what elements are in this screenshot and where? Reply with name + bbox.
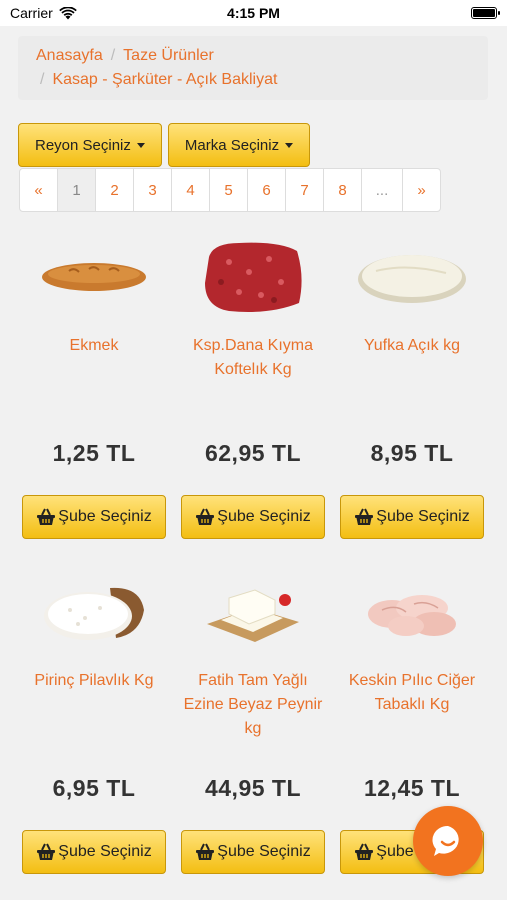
product-price: 12,45 TL: [363, 775, 461, 801]
caret-down-icon: [285, 142, 294, 148]
page-7[interactable]: 7: [285, 168, 324, 212]
product-price: 44,95 TL: [204, 775, 302, 801]
select-branch-button[interactable]: Şube Seçiniz: [340, 495, 484, 539]
product-name[interactable]: Keskin Pılıc Ciğer Tabaklı Kg: [340, 669, 485, 741]
page-8[interactable]: 8: [323, 168, 362, 212]
select-branch-label: Şube Seçiniz: [376, 508, 470, 525]
product-card[interactable]: Ksp.Dana Kıyma Koftelık Kg 62,95 TL Şube…: [177, 228, 329, 543]
select-branch-button[interactable]: Şube Seçiniz: [22, 495, 166, 539]
page-ellipsis: ...: [361, 168, 403, 212]
breadcrumb-home[interactable]: Anasayfa: [36, 44, 103, 68]
breadcrumb-line-1: Anasayfa / Taze Ürünler: [36, 44, 470, 68]
yufka-image[interactable]: [347, 232, 477, 322]
reyon-dropdown-label: Reyon Seçiniz: [35, 136, 131, 154]
page-2[interactable]: 2: [95, 168, 134, 212]
select-branch-label: Şube Seçiniz: [58, 843, 152, 860]
select-branch-button[interactable]: Şube Seçiniz: [181, 495, 325, 539]
filter-row: Reyon Seçiniz Marka Seçiniz: [18, 123, 311, 167]
breadcrumb-taze-urunler[interactable]: Taze Ürünler: [123, 44, 214, 68]
battery-fill: [473, 9, 495, 17]
carrier-label: Carrier: [10, 5, 53, 21]
chat-bubble-icon: [432, 825, 459, 856]
battery-icon: [471, 7, 500, 19]
breadcrumb-line-2: / Kasap - Şarküter - Açık Bakliyat: [36, 68, 470, 92]
bread-image[interactable]: [29, 232, 159, 322]
product-name[interactable]: Yufka Açık kg: [340, 334, 485, 406]
cheese-image[interactable]: [188, 567, 318, 657]
select-branch-label: Şube Seçiniz: [217, 508, 311, 525]
product-card[interactable]: Fatih Tam Yağlı Ezine Beyaz Peynir kg 44…: [177, 563, 329, 878]
basket-icon: [37, 843, 56, 860]
product-price: 1,25 TL: [52, 440, 136, 466]
status-bar: Carrier 4:15 PM: [0, 0, 507, 26]
product-card[interactable]: Yufka Açık kg 8,95 TL Şube Seçiniz: [336, 228, 488, 543]
product-card[interactable]: Ekmek 1,25 TL Şube Seçiniz: [18, 228, 170, 543]
reyon-dropdown[interactable]: Reyon Seçiniz: [18, 123, 162, 167]
product-card[interactable]: Pirinç Pilavlık Kg 6,95 TL Şube Seçiniz: [18, 563, 170, 878]
product-name[interactable]: Pirinç Pilavlık Kg: [22, 669, 167, 741]
select-branch-label: Şube Seçiniz: [217, 843, 311, 860]
select-branch-button[interactable]: Şube Seçiniz: [181, 830, 325, 874]
breadcrumb-current-category[interactable]: Kasap - Şarküter - Açık Bakliyat: [52, 68, 277, 92]
page-4[interactable]: 4: [171, 168, 210, 212]
marka-dropdown-label: Marka Seçiniz: [184, 136, 280, 154]
page-3[interactable]: 3: [133, 168, 172, 212]
product-name[interactable]: Ksp.Dana Kıyma Koftelık Kg: [181, 334, 326, 406]
product-name[interactable]: Ekmek: [22, 334, 167, 406]
product-name[interactable]: Fatih Tam Yağlı Ezine Beyaz Peynir kg: [181, 669, 326, 741]
breadcrumb-separator: /: [110, 47, 116, 64]
product-price: 6,95 TL: [52, 775, 136, 801]
basket-icon: [196, 508, 215, 525]
product-grid: Ekmek 1,25 TL Şube Seçiniz Ksp.Dana Kıym…: [18, 228, 488, 878]
chicken-image[interactable]: [347, 567, 477, 657]
minced-meat-image[interactable]: [188, 232, 318, 322]
basket-icon: [196, 843, 215, 860]
chat-button[interactable]: [413, 806, 483, 876]
marka-dropdown[interactable]: Marka Seçiniz: [167, 123, 311, 167]
product-price: 62,95 TL: [204, 440, 302, 466]
select-branch-button[interactable]: Şube Seçiniz: [22, 830, 166, 874]
pagination: « 1 2 3 4 5 6 7 8 ... »: [19, 168, 441, 212]
page-1[interactable]: 1: [57, 168, 96, 212]
basket-icon: [37, 508, 56, 525]
page-6[interactable]: 6: [247, 168, 286, 212]
breadcrumb-separator: /: [40, 71, 45, 88]
breadcrumb: Anasayfa / Taze Ürünler / Kasap - Şarküt…: [18, 36, 488, 100]
wifi-icon: [58, 6, 77, 19]
status-left: Carrier: [10, 5, 77, 21]
page-prev[interactable]: «: [19, 168, 58, 212]
basket-icon: [355, 508, 374, 525]
page-5[interactable]: 5: [209, 168, 248, 212]
basket-icon: [355, 843, 374, 860]
product-price: 8,95 TL: [370, 440, 454, 466]
select-branch-label: Şube Seçiniz: [58, 508, 152, 525]
rice-image[interactable]: [29, 567, 159, 657]
page-next[interactable]: »: [402, 168, 441, 212]
caret-down-icon: [136, 142, 145, 148]
